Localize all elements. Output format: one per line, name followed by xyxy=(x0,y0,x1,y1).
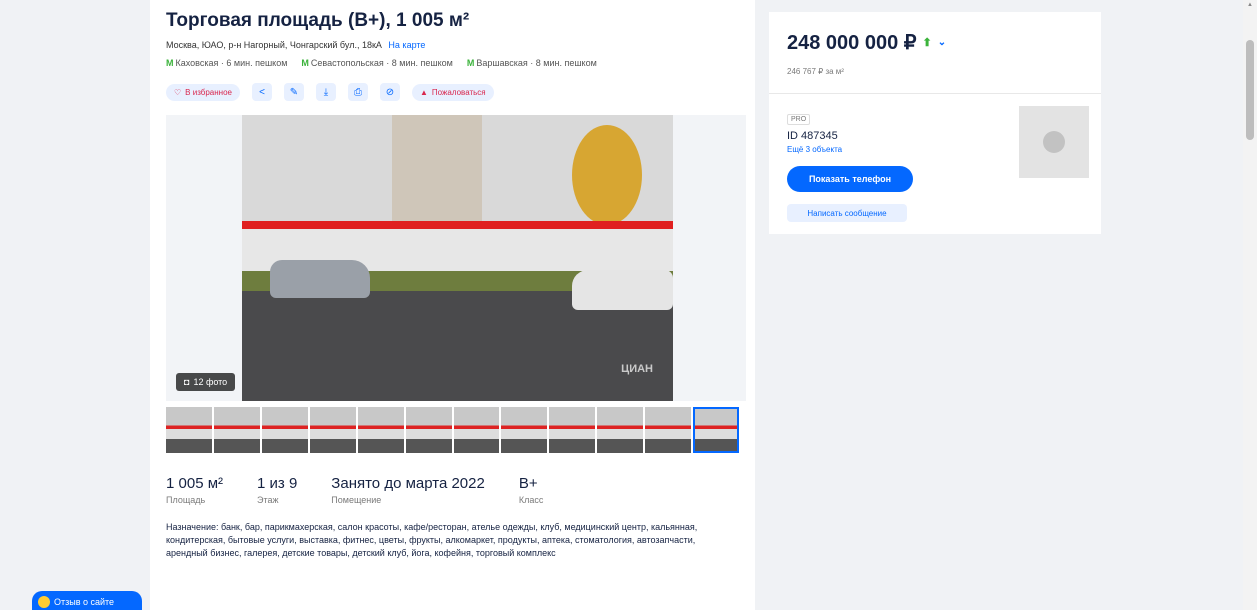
price: 248 000 000 ₽ ⬆ ⌄ xyxy=(787,32,947,54)
listing-title: Торговая площадь (B+), 1 005 м² xyxy=(166,10,470,31)
smile-icon xyxy=(38,596,50,608)
camera-icon: ◘ xyxy=(184,377,190,387)
metro-icon: M xyxy=(301,58,309,68)
sidebar: 248 000 000 ₽ ⬆ ⌄ 246 767 ₽ за м² PRO ID… xyxy=(769,12,1101,234)
param-floor: 1 из 9 Этаж xyxy=(257,475,298,505)
metro-item[interactable]: M Варшавская · 8 мин. пешком xyxy=(467,58,597,68)
param-area: 1 005 м² Площадь xyxy=(166,475,224,505)
scroll-up-icon[interactable]: ▲ xyxy=(1247,2,1253,8)
price-per-m2: 246 767 ₽ за м² xyxy=(787,67,844,76)
scrollbar[interactable]: ▲ xyxy=(1243,0,1257,610)
page: Торговая площадь (B+), 1 005 м² Москва, … xyxy=(150,0,1257,610)
thumbnail[interactable] xyxy=(261,407,308,453)
feedback-button[interactable]: Отзыв о сайте xyxy=(32,591,142,610)
pencil-icon: ✎ xyxy=(289,86,299,98)
params-row: 1 005 м² Площадь 1 из 9 Этаж Занято до мар… xyxy=(166,475,739,505)
agent-card: PRO ID 487345 Ещё 3 объекта Показать тел… xyxy=(769,94,1101,234)
main-photo[interactable]: ЦИАН xyxy=(242,115,673,401)
share-icon: < xyxy=(259,86,265,98)
action-bar: ♡ В избранное < ✎ ⤓ ⎙ ⊘ ▲ Пожаловаться xyxy=(166,83,739,101)
map-link[interactable]: На карте xyxy=(388,40,425,50)
param-class: B+ Класс xyxy=(518,475,544,505)
chevron-down-icon[interactable]: ⌄ xyxy=(938,37,946,48)
favorite-button[interactable]: ♡ В избранное xyxy=(166,83,240,101)
thumbnail[interactable] xyxy=(166,407,212,453)
thumbnail-selected[interactable] xyxy=(693,407,740,453)
warning-icon: ▲ xyxy=(420,87,428,97)
photo-count-badge[interactable]: ◘ 12 фото xyxy=(176,373,236,391)
metro-icon: M xyxy=(466,58,475,68)
photo-gallery[interactable]: ЦИАН ◘ 12 фото xyxy=(166,115,746,401)
write-message-button[interactable]: Написать сообщение xyxy=(787,204,907,222)
scrollbar-thumb[interactable] xyxy=(1246,40,1254,140)
user-icon xyxy=(1043,131,1065,153)
watermark: ЦИАН xyxy=(621,363,653,375)
address: Москва, ЮАО, р-н Нагорный, Чонгарский бу… xyxy=(166,40,739,50)
price-trend-icon: ⬆ xyxy=(922,37,932,49)
metro-list: M Каховская · 6 мин. пешком M Севастопольс… xyxy=(166,58,739,68)
download-icon: ⤓ xyxy=(323,86,329,98)
address-text: Москва, ЮАО, р-н Нагорный, Чонгарский бу… xyxy=(166,40,382,50)
thumbnail-strip xyxy=(166,407,740,453)
metro-item[interactable]: M Каховская · 6 мин. пешком xyxy=(166,58,287,68)
print-icon: ⎙ xyxy=(354,86,362,98)
print-button[interactable]: ⎙ xyxy=(348,83,368,101)
thumbnail[interactable] xyxy=(309,407,356,453)
hide-button[interactable]: ⊘ xyxy=(380,83,400,101)
pro-badge: PRO xyxy=(787,114,811,125)
thumbnail[interactable] xyxy=(357,407,404,453)
complain-button[interactable]: ▲ Пожаловаться xyxy=(412,83,494,101)
metro-icon: M xyxy=(166,58,174,68)
thumbnail[interactable] xyxy=(645,407,692,453)
thumbnail[interactable] xyxy=(549,407,596,453)
thumbnail[interactable] xyxy=(597,407,644,453)
param-premises: Занято до марта 2022 Помещение xyxy=(331,475,485,505)
avatar xyxy=(1019,106,1089,178)
price-box: 248 000 000 ₽ ⬆ ⌄ 246 767 ₽ за м² xyxy=(769,12,1101,94)
heart-icon: ♡ xyxy=(174,87,182,97)
metro-item[interactable]: M Севастопольская · 8 мин. пешком xyxy=(301,58,452,68)
thumbnail[interactable] xyxy=(405,407,452,453)
description: Назначение: банк, бар, парикмахерская, с… xyxy=(166,522,698,558)
show-phone-button[interactable]: Показать телефон xyxy=(787,166,913,192)
listing-main: Торговая площадь (B+), 1 005 м² Москва, … xyxy=(150,0,755,610)
share-button[interactable]: < xyxy=(252,83,272,101)
edit-button[interactable]: ✎ xyxy=(284,83,304,101)
download-button[interactable]: ⤓ xyxy=(316,83,336,101)
thumbnail[interactable] xyxy=(501,407,548,453)
thumbnail[interactable] xyxy=(453,407,500,453)
thumbnail[interactable] xyxy=(213,407,260,453)
hide-icon: ⊘ xyxy=(385,86,395,98)
